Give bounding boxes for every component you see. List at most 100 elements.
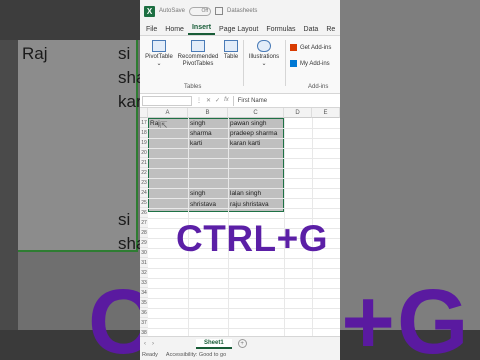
- gridline: [148, 148, 340, 149]
- cell-c19[interactable]: karan karti: [230, 140, 260, 147]
- row-header[interactable]: 31: [140, 258, 148, 268]
- toggle-state: Off: [201, 8, 209, 14]
- row-header[interactable]: 29: [140, 238, 148, 248]
- tab-data[interactable]: Data: [300, 26, 323, 35]
- column-header-a[interactable]: A: [148, 108, 188, 118]
- cell-c17[interactable]: pawan singh: [230, 120, 267, 127]
- row-header[interactable]: 36: [140, 308, 148, 318]
- illustrations-label: Illustrations: [248, 54, 280, 60]
- row-header[interactable]: 22: [140, 168, 148, 178]
- row-header[interactable]: 26: [140, 208, 148, 218]
- row-header[interactable]: 19: [140, 138, 148, 148]
- get-addins-button[interactable]: Get Add-ins: [290, 44, 331, 51]
- gridline: [148, 168, 340, 169]
- gridline: [148, 318, 340, 319]
- accessibility-status[interactable]: Accessibility: Good to go: [166, 352, 226, 358]
- cell-c25[interactable]: raju shristava: [230, 201, 269, 208]
- more-icon[interactable]: ⋮: [196, 97, 202, 104]
- fx-icon[interactable]: fx: [224, 97, 229, 104]
- bg-row-numbers: [0, 40, 18, 360]
- row-header[interactable]: 34: [140, 288, 148, 298]
- mouse-cursor-icon: ⇱: [160, 120, 168, 130]
- next-sheet-icon[interactable]: ›: [152, 341, 154, 347]
- ribbon-tabs: File Home Insert Page Layout Formulas Da…: [140, 22, 340, 36]
- row-header[interactable]: 18: [140, 128, 148, 138]
- row-header[interactable]: 27: [140, 218, 148, 228]
- select-all-corner[interactable]: [140, 108, 148, 118]
- video-frame: Raj si sha kar si sha CTRL+G X AutoSave …: [0, 0, 480, 360]
- row-header[interactable]: 28: [140, 228, 148, 238]
- gridline: [148, 268, 340, 269]
- cell-b17[interactable]: singh: [190, 120, 206, 127]
- illustrations-button[interactable]: Illustrations ⌄: [246, 40, 282, 68]
- gridline: [148, 198, 340, 199]
- row-header[interactable]: 35: [140, 298, 148, 308]
- tab-home[interactable]: Home: [161, 26, 188, 35]
- table-icon: [224, 40, 238, 52]
- cell-b24[interactable]: singh: [190, 190, 206, 197]
- sheet-tab-sheet1[interactable]: Sheet1: [196, 338, 232, 349]
- enter-icon[interactable]: ✓: [215, 97, 220, 104]
- gridline: [148, 138, 340, 139]
- gridline: [148, 308, 340, 309]
- formula-input[interactable]: First Name: [232, 95, 340, 106]
- cell-b25[interactable]: shristava: [190, 201, 216, 208]
- cell-b18[interactable]: sharma: [190, 130, 212, 137]
- autosave-toggle[interactable]: Off: [189, 6, 212, 16]
- name-box[interactable]: [142, 95, 192, 106]
- formula-icons: ⋮ ✕ ✓ fx: [192, 97, 233, 104]
- status-bar: Ready Accessibility: Good to go: [140, 350, 340, 360]
- cell-c24[interactable]: lalan singh: [230, 190, 261, 197]
- column-header-b[interactable]: B: [188, 108, 228, 118]
- bg-cell-si: si: [118, 44, 131, 63]
- recommended-pivot-label: Recommended PivotTables: [177, 54, 219, 67]
- save-icon[interactable]: [215, 7, 224, 15]
- ribbon-separator: [243, 40, 244, 86]
- cancel-icon[interactable]: ✕: [206, 97, 211, 104]
- row-header[interactable]: 20: [140, 148, 148, 158]
- cell-c18[interactable]: pradeep sharma: [230, 130, 277, 137]
- pivot-table-button[interactable]: PivotTable ⌄: [144, 40, 174, 68]
- status-ready: Ready: [142, 352, 158, 358]
- column-header-e[interactable]: E: [312, 108, 340, 118]
- tab-review[interactable]: Re: [322, 26, 339, 35]
- row-header[interactable]: 23: [140, 178, 148, 188]
- tab-formulas[interactable]: Formulas: [262, 26, 299, 35]
- pivot-table-icon: [152, 40, 166, 52]
- row-header[interactable]: 33: [140, 278, 148, 288]
- tables-group-label: Tables: [184, 84, 202, 90]
- gridline: [148, 188, 340, 189]
- column-header-c[interactable]: C: [228, 108, 284, 118]
- row-header[interactable]: 17: [140, 118, 148, 128]
- store-icon: [290, 44, 297, 51]
- tab-insert[interactable]: Insert: [187, 24, 216, 35]
- row-header[interactable]: 21: [140, 158, 148, 168]
- illustrations-icon: [257, 40, 271, 52]
- pivot-table-label: PivotTable: [145, 54, 173, 60]
- table-button[interactable]: Table: [222, 40, 240, 61]
- add-sheet-button[interactable]: +: [237, 339, 247, 348]
- gridline: [148, 288, 340, 289]
- row-header[interactable]: 25: [140, 198, 148, 208]
- workbook-name[interactable]: Datasheets: [227, 8, 257, 14]
- bg-cell-si-2: si: [118, 210, 131, 229]
- excel-logo-icon: X: [144, 5, 155, 17]
- overlay-caption: CTRL+G: [176, 218, 329, 259]
- cell-b19[interactable]: karti: [190, 140, 202, 147]
- my-addins-label: My Add-ins: [300, 60, 330, 67]
- cell-a17[interactable]: Raj: [150, 120, 160, 127]
- table-label: Table: [223, 54, 239, 60]
- row-header[interactable]: 24: [140, 188, 148, 198]
- tab-file[interactable]: File: [142, 26, 161, 35]
- get-addins-label: Get Add-ins: [300, 44, 332, 51]
- ribbon-separator-2: [285, 40, 286, 86]
- prev-sheet-icon[interactable]: ‹: [144, 341, 146, 347]
- recommended-pivot-icon: [191, 40, 205, 52]
- my-addins-button[interactable]: My Add-ins: [290, 60, 330, 67]
- column-header-d[interactable]: D: [284, 108, 312, 118]
- row-header[interactable]: 37: [140, 318, 148, 328]
- recommended-pivot-button[interactable]: Recommended PivotTables: [176, 40, 220, 68]
- row-header[interactable]: 30: [140, 248, 148, 258]
- tab-page-layout[interactable]: Page Layout: [215, 26, 262, 35]
- row-header[interactable]: 32: [140, 268, 148, 278]
